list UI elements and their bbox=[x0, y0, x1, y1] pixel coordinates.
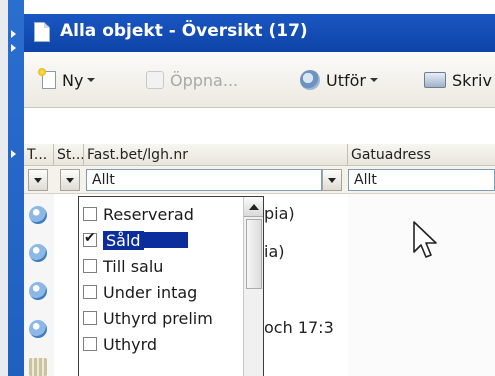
option-label: Under intag bbox=[103, 282, 198, 302]
option-checkbox[interactable] bbox=[83, 207, 97, 221]
document-icon bbox=[34, 22, 50, 42]
expand-arrow-icon[interactable] bbox=[11, 150, 16, 158]
globe-icon bbox=[29, 320, 47, 338]
new-button[interactable]: Ny bbox=[38, 68, 96, 92]
chevron-down-icon bbox=[369, 78, 378, 82]
option-uthyrd[interactable]: Uthyrd bbox=[83, 333, 157, 355]
option-label: Uthyrd prelim bbox=[103, 308, 213, 328]
row-fastbet-text[interactable]: och 17:3 bbox=[264, 318, 334, 337]
option-label: Till salu bbox=[103, 256, 164, 276]
column-header-gatuadress[interactable]: Gatuadress bbox=[348, 144, 495, 166]
grid-icon bbox=[29, 358, 47, 376]
open-button[interactable]: Öppna... bbox=[146, 68, 238, 92]
option-label: Såld bbox=[103, 230, 144, 250]
scroll-thumb[interactable] bbox=[246, 219, 262, 289]
new-label: Ny bbox=[62, 70, 84, 90]
title-bar: Alla objekt - Översikt (17) bbox=[24, 14, 495, 52]
open-label: Öppna... bbox=[170, 70, 239, 90]
option-under-intag[interactable]: Under intag bbox=[83, 281, 197, 303]
open-icon bbox=[146, 71, 164, 89]
chevron-down-icon bbox=[87, 78, 96, 82]
selection-highlight bbox=[143, 232, 188, 248]
gear-icon bbox=[300, 70, 320, 90]
status-filter-dropdown[interactable] bbox=[60, 169, 80, 191]
window-title: Alla objekt - Översikt (17) bbox=[60, 21, 308, 41]
grid-header: T... St... Fast.bet/lgh.nr Gatuadress bbox=[24, 144, 495, 166]
column-header-type[interactable]: T... bbox=[24, 144, 54, 166]
gatuadress-filter[interactable]: Allt bbox=[348, 169, 495, 191]
expand-arrow-icon[interactable] bbox=[11, 44, 16, 52]
option-checkbox[interactable] bbox=[83, 259, 97, 273]
option-uthyrd-prelim[interactable]: Uthyrd prelim bbox=[83, 307, 213, 329]
printer-icon bbox=[424, 72, 446, 88]
main-window: Alla objekt - Översikt (17) Ny Öppna... … bbox=[8, 0, 495, 376]
globe-icon bbox=[29, 282, 47, 300]
option-checkbox-checked[interactable] bbox=[83, 230, 97, 247]
mouse-pointer-icon bbox=[413, 221, 437, 258]
globe-icon bbox=[29, 244, 47, 262]
column-header-fastbet[interactable]: Fast.bet/lgh.nr bbox=[84, 144, 348, 166]
toolbar: Ny Öppna... Utför Skriv bbox=[24, 52, 495, 108]
option-reserverad[interactable]: Reserverad bbox=[83, 203, 194, 225]
dropdown-scrollbar[interactable] bbox=[243, 197, 263, 376]
option-checkbox[interactable] bbox=[83, 285, 97, 299]
fastbet-filter[interactable]: Allt bbox=[86, 169, 322, 191]
new-document-icon bbox=[38, 68, 56, 89]
globe-icon bbox=[29, 206, 47, 224]
column-header-status[interactable]: St... bbox=[54, 144, 84, 166]
status-dropdown-list[interactable]: Reserverad Såld Till salu Under intag Ut… bbox=[78, 196, 264, 376]
row-fastbet-text[interactable]: ia) bbox=[264, 242, 285, 261]
option-checkbox[interactable] bbox=[83, 311, 97, 325]
type-filter-dropdown[interactable] bbox=[28, 169, 48, 191]
print-label: Skriv bbox=[452, 70, 492, 90]
filter-row: Allt Allt bbox=[24, 166, 495, 194]
option-label: Uthyrd bbox=[103, 334, 158, 354]
option-checkbox[interactable] bbox=[83, 337, 97, 351]
action-button[interactable]: Utför bbox=[300, 68, 378, 92]
option-sald[interactable]: Såld bbox=[83, 229, 188, 251]
left-strip bbox=[8, 0, 24, 376]
print-button[interactable]: Skriv bbox=[424, 68, 492, 92]
row-fastbet-text[interactable]: pia) bbox=[264, 204, 295, 223]
option-label: Reserverad bbox=[103, 204, 194, 224]
option-till-salu[interactable]: Till salu bbox=[83, 255, 163, 277]
scroll-up-icon[interactable] bbox=[244, 197, 263, 217]
fastbet-filter-dropdown[interactable] bbox=[322, 169, 342, 191]
action-label: Utför bbox=[326, 70, 366, 90]
expand-arrow-icon[interactable] bbox=[11, 30, 16, 38]
